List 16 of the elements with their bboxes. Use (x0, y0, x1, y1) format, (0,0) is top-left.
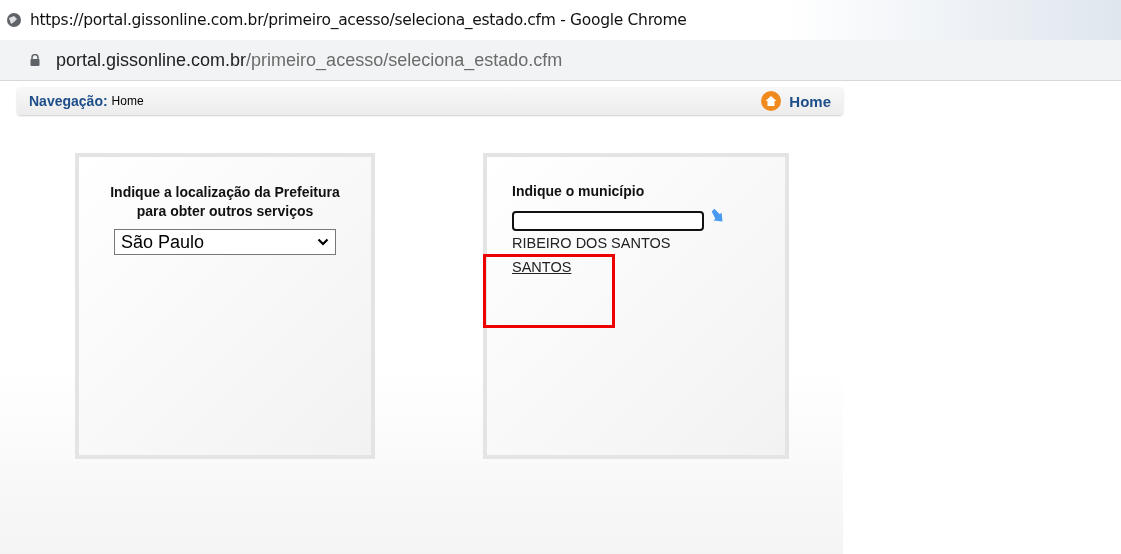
city-prompt: Indique o município (512, 183, 646, 199)
home-icon[interactable] (761, 91, 782, 111)
globe-icon (6, 12, 22, 28)
url-text: portal.gissonline.com.br/primeiro_acesso/seleciona_estado.cfm (56, 49, 563, 71)
suggestion-item[interactable]: RIBEIRO DOS SANTOS (512, 231, 671, 255)
window-title: https://portal.gissonline.com.br/primeiro_acesso/seleciona_estado.cfm - Google Chrome (30, 11, 687, 29)
breadcrumb-text: Home (111, 94, 144, 108)
city-input-field[interactable] (512, 211, 704, 231)
lock-icon (30, 54, 40, 66)
navigation-label: Navegação: (29, 93, 108, 109)
state-prompt: Indique a localização da Prefeitura para obter outros serviços (109, 183, 341, 221)
state-select[interactable]: São Paulo (114, 229, 336, 255)
address-bar[interactable]: portal.gissonline.com.br/primeiro_acesso/seleciona_estado.cfm (0, 40, 1121, 81)
home-link[interactable]: Home (789, 92, 831, 110)
chevron-icon (317, 238, 329, 246)
suggestion-item[interactable]: SANTOS (512, 255, 572, 279)
